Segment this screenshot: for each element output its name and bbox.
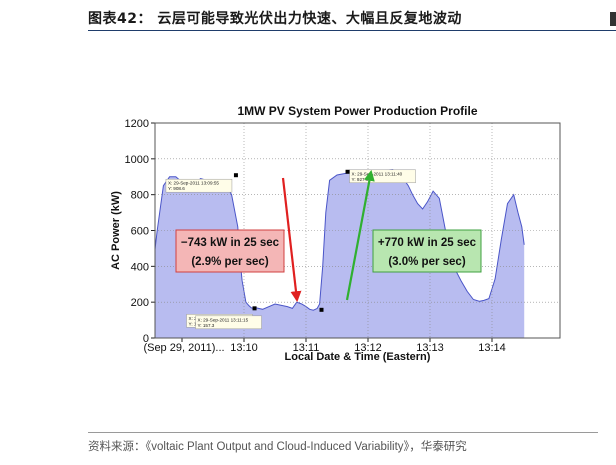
datatip-x: X: 29-Sep-2011 13:11:15	[198, 317, 249, 322]
y-tick-label: 600	[131, 226, 149, 238]
datatip-y: Y: 157.3	[198, 323, 215, 328]
callout-line1: +770 kW in 25 sec	[378, 237, 477, 249]
y-tick-label: 200	[131, 297, 149, 309]
callout-line2: (3.0% per sec)	[388, 256, 466, 268]
datatip-marker	[319, 307, 324, 312]
callout-line1: −743 kW in 25 sec	[181, 237, 280, 249]
y-tick-label: 1200	[125, 118, 149, 130]
x-tick-label: 13:14	[478, 342, 506, 354]
source-rule	[88, 432, 598, 433]
y-tick-label: 400	[131, 261, 149, 273]
source-note: 资料来源：《voltaic Plant Output and Cloud-Ind…	[88, 441, 467, 453]
x-tick-label: 13:10	[230, 342, 258, 354]
datatip-marker	[252, 306, 257, 311]
y-tick-label: 800	[131, 190, 149, 202]
x-axis-label: Local Date & Time (Eastern)	[285, 351, 431, 363]
datatip-x: X: 29-Sep-2011 13:09:55	[168, 181, 219, 186]
y-axis-label: AC Power (kW)	[110, 191, 122, 270]
datatip-marker	[345, 169, 350, 174]
chart-title: 1MW PV System Power Production Profile	[237, 104, 477, 118]
x-tick-label: (Sep 29, 2011)...	[143, 342, 224, 354]
y-tick-label: 1000	[125, 154, 149, 166]
callout-line2: (2.9% per sec)	[191, 256, 269, 268]
datatip-y: Y: 927.8	[352, 177, 369, 182]
datatip-y: Y: 908.6	[168, 186, 185, 191]
datatip-x: X: 29-Sep-2011 13:11:40	[352, 171, 403, 176]
chart-svg: 1MW PV System Power Production Profile02…	[110, 104, 561, 363]
datatip-marker	[233, 173, 238, 178]
